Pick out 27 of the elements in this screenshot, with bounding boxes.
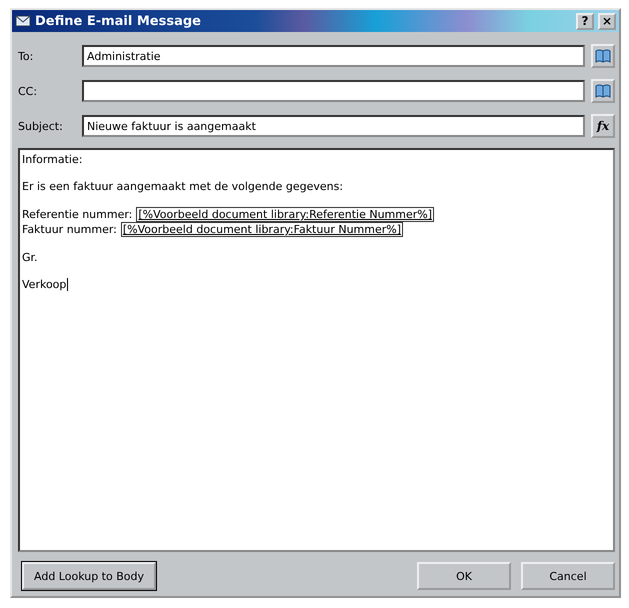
- body-text: Verkoop: [22, 278, 66, 291]
- input-field[interactable]: [82, 80, 585, 102]
- book-icon: [595, 84, 611, 98]
- message-body-field[interactable]: [18, 148, 615, 552]
- input-field[interactable]: Nieuwe faktuur is aangemaakt: [82, 115, 585, 137]
- body-text: Informatie:: [22, 153, 82, 166]
- input-field[interactable]: Administratie: [82, 45, 585, 67]
- address-book-button[interactable]: [591, 44, 615, 68]
- window-title: Define E-mail Message: [35, 14, 202, 28]
- formula-button[interactable]: fx: [591, 114, 615, 138]
- body-text: Faktuur nummer:: [22, 223, 117, 236]
- lookup-link[interactable]: [%Voorbeeld document library:Referentie Nummer%]: [136, 207, 434, 222]
- field-label: Subject:: [18, 120, 64, 132]
- close-button[interactable]: ×: [598, 12, 616, 30]
- body-text: Gr.: [22, 251, 38, 264]
- envelope-icon: [15, 13, 31, 29]
- field-label: To:: [18, 50, 34, 62]
- dialog-button[interactable]: Cancel: [521, 562, 615, 590]
- body-text: Er is een faktuur aangemaakt met de volgende gegevens:: [22, 180, 344, 193]
- address-book-button[interactable]: [591, 79, 615, 103]
- dialog-button[interactable]: OK: [417, 562, 511, 590]
- add-lookup-button[interactable]: Add Lookup to Body: [22, 562, 156, 590]
- body-text: Referentie nummer:: [22, 208, 132, 221]
- book-icon: [595, 49, 611, 63]
- help-button[interactable]: ?: [576, 12, 594, 30]
- field-label: CC:: [18, 84, 38, 98]
- lookup-link[interactable]: [%Voorbeeld document library:Faktuur Nummer%]: [120, 222, 404, 237]
